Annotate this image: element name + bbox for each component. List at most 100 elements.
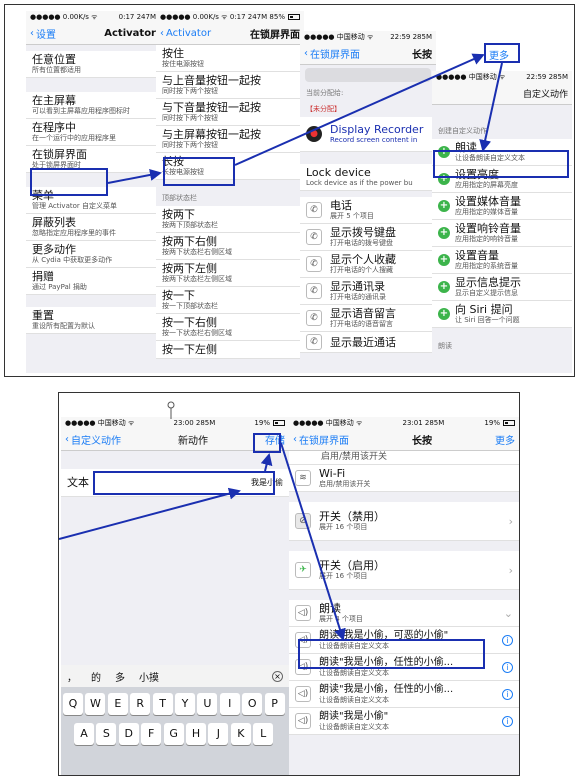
chevron-left-icon: ‹: [304, 48, 308, 59]
item-subtitle: 让设备朗读自定义文本: [319, 723, 389, 731]
chevron-left-icon: ‹: [293, 434, 297, 445]
battery-text: 19%: [254, 419, 270, 427]
list-item-donate[interactable]: 捐赠 通过 PayPal 捐助: [26, 268, 160, 295]
key-k[interactable]: K: [230, 723, 251, 745]
key-q[interactable]: Q: [63, 693, 83, 715]
key-f[interactable]: F: [141, 723, 162, 745]
key-u[interactable]: U: [197, 693, 218, 715]
list-item-homescreen[interactable]: 在主屏幕 可以看到主屏幕应用程序图标时: [26, 92, 160, 119]
item-subtitle: 按两下顶部状态栏: [162, 221, 218, 229]
key-e[interactable]: E: [107, 693, 128, 715]
back-button[interactable]: ‹ 在锁屏界面: [293, 432, 349, 447]
back-button[interactable]: ‹ 设置: [30, 26, 56, 41]
clear-icon[interactable]: ×: [272, 670, 283, 682]
candidate-word[interactable]: 小摸: [139, 669, 159, 684]
list-item-double-tap-left[interactable]: 按两下左侧 按两下状态栏左侧区域: [156, 260, 304, 287]
key-s[interactable]: S: [96, 723, 117, 745]
list-item-voicemail[interactable]: ✆ 显示语音留言 打开电话的语音留言: [300, 305, 436, 332]
back-label: 在锁屏界面: [310, 50, 360, 61]
list-item-with-vol-down[interactable]: 与下音量按钮一起按 同时按下两个按钮: [156, 99, 304, 126]
more-button[interactable]: 更多: [489, 47, 509, 62]
list-item-recents[interactable]: ✆ 显示最近通话: [300, 332, 436, 353]
item-title: Display Recorder: [330, 123, 424, 136]
chevron-down-icon: ⌄: [503, 606, 513, 620]
info-icon[interactable]: i: [502, 715, 513, 727]
back-button[interactable]: ‹ 在锁屏界面: [304, 46, 360, 61]
list-item-switch-off[interactable]: ⊘ 开关（禁用） 展开 16 个项目 ›: [289, 502, 519, 541]
item-subtitle: 应用指定的系统音量: [455, 262, 518, 270]
item-subtitle: 在一个运行中的应用程序里: [32, 134, 116, 142]
candidate-word[interactable]: 的: [91, 669, 101, 684]
key-g[interactable]: G: [163, 723, 184, 745]
list-item-wifi[interactable]: ≋ Wi-Fi 启用/禁用该开关: [289, 465, 519, 492]
info-icon[interactable]: i: [502, 661, 513, 673]
key-d[interactable]: D: [118, 723, 139, 745]
key-j[interactable]: J: [208, 723, 229, 745]
list-item-show-alert[interactable]: + 显示信息提示 显示自定义提示信息: [432, 274, 572, 301]
key-o[interactable]: O: [242, 693, 263, 715]
key-i[interactable]: I: [219, 693, 240, 715]
list-item-volume[interactable]: + 设置音量 应用指定的系统音量: [432, 247, 572, 274]
list-item-reset[interactable]: 重置 重设所有配置为默认: [26, 307, 160, 334]
list-item-speak-4[interactable]: ◁) 朗读"我是小偷" 让设备朗读自定义文本 i: [289, 708, 519, 735]
list-item-anywhere[interactable]: 任意位置 所有位置都适用: [26, 51, 160, 78]
list-item-media-volume[interactable]: + 设置媒体音量 应用指定的媒体音量: [432, 193, 572, 220]
nav-bar: ‹ 设置 Activator: [26, 23, 160, 45]
list-item-phone[interactable]: ✆ 电话 展开 5 个项目: [300, 197, 436, 224]
key-t[interactable]: T: [152, 693, 173, 715]
list-item-hold[interactable]: 按住 按住电源按钮: [156, 45, 304, 72]
more-button[interactable]: 更多: [495, 432, 515, 447]
list-item-single-tap-right[interactable]: 按一下右侧 按一下状态栏右侧区域: [156, 314, 304, 341]
back-button[interactable]: ‹ 自定义动作: [65, 432, 121, 447]
item-subtitle: Lock device as if the power bu: [306, 179, 413, 187]
chevron-left-icon: ‹: [160, 28, 164, 39]
carrier-text: ●●●●● 中国移动 ᯤ: [304, 33, 374, 41]
list-item-double-tap-right[interactable]: 按两下右侧 按两下状态栏右侧区域: [156, 233, 304, 260]
page-title: Activator: [104, 28, 156, 39]
list-item-keypad[interactable]: ✆ 显示拨号键盘 打开电话的拨号键盘: [300, 224, 436, 251]
battery-text: 19%: [484, 419, 500, 427]
list-item-in-app[interactable]: 在程序中 在一个运行中的应用程序里: [26, 119, 160, 146]
list-item-ringer-volume[interactable]: + 设置响铃音量 应用指定的响铃音量: [432, 220, 572, 247]
key-l[interactable]: L: [253, 723, 274, 745]
item-subtitle: 展开 16 个项目: [319, 523, 368, 531]
list-item-more-actions[interactable]: 更多动作从 Cydia 中获取更多动作: [26, 241, 160, 268]
info-icon[interactable]: i: [502, 634, 513, 646]
list-item-with-vol-up[interactable]: 与上音量按钮一起按 同时按下两个按钮: [156, 72, 304, 99]
list-item-favorites[interactable]: ✆ 显示个人收藏 打开电话的个人搜藏: [300, 251, 436, 278]
page-title: 新动作: [178, 436, 208, 447]
key-h[interactable]: H: [186, 723, 206, 745]
list-item-contacts[interactable]: ✆ 显示通讯录 打开电话的通讯录: [300, 278, 436, 305]
item-title: 更多动作: [32, 243, 76, 256]
key-w[interactable]: W: [85, 693, 106, 715]
list-item-lock-device[interactable]: Lock device Lock device as if the power b…: [300, 164, 436, 191]
key-r[interactable]: R: [130, 693, 151, 715]
list-item-switch-on[interactable]: ✈ 开关（启用） 展开 16 个项目 ›: [289, 551, 519, 590]
candidate-word[interactable]: ，: [67, 669, 77, 684]
list-item-speak-3[interactable]: ◁) 朗读"我是小偷，任性的小偷... 让设备朗读自定义文本 i: [289, 681, 519, 708]
info-icon[interactable]: i: [502, 688, 513, 700]
list-item-display-recorder[interactable]: ● Display Recorder Record screen content …: [300, 117, 436, 152]
list-item-speak-group[interactable]: ◁) 朗读 展开 4 个项目 ⌄: [289, 600, 519, 627]
item-subtitle: 让 Siri 回答一个问题: [455, 316, 520, 324]
phone-icon: ✆: [306, 229, 322, 245]
list-item-single-tap-left[interactable]: 按一下左侧: [156, 341, 304, 359]
key-a[interactable]: A: [74, 723, 94, 745]
section-header: 创建自定义动作: [438, 127, 487, 135]
list-item-ask-siri[interactable]: + 向 Siri 提问让 Siri 回答一个问题: [432, 301, 572, 328]
key-y[interactable]: Y: [175, 693, 195, 715]
item-subtitle: 同时按下两个按钮: [162, 87, 218, 95]
list-item-with-home[interactable]: 与主屏幕按钮一起按 同时按下两个按钮: [156, 126, 304, 153]
list-item-blacklist[interactable]: 屏蔽列表 忽略指定应用程序里的事件: [26, 214, 160, 241]
list-item-single-tap[interactable]: 按一下 按一下顶部状态栏: [156, 287, 304, 314]
search-bar[interactable]: [305, 68, 431, 82]
plus-icon: +: [438, 227, 450, 239]
key-p[interactable]: P: [264, 693, 285, 715]
candidate-word[interactable]: 多: [115, 669, 125, 684]
back-button[interactable]: ‹ Activator: [160, 28, 211, 39]
nav-bar: ‹ 在锁屏界面 长按 更多: [289, 429, 519, 451]
item-title: 任意位置: [32, 53, 76, 66]
list-item-toggle[interactable]: 启用/禁用该开关: [289, 451, 519, 465]
list-item-double-tap[interactable]: 按两下 按两下顶部状态栏: [156, 206, 304, 233]
time-text: 0:17 247M: [118, 13, 156, 21]
